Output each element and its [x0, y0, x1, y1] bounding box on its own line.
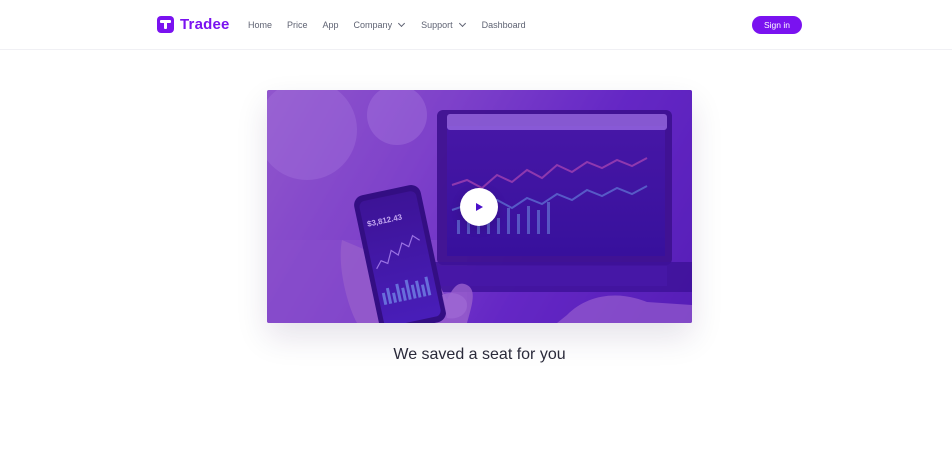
play-icon	[476, 202, 483, 211]
main-nav: Home Price App Company Support Dashboard	[248, 18, 526, 32]
play-button[interactable]	[460, 188, 498, 226]
sign-in-button[interactable]: Sign in	[752, 16, 802, 34]
brand[interactable]: Tradee	[157, 16, 230, 33]
chevron-down-icon	[458, 19, 466, 28]
tradee-logo-icon	[157, 16, 174, 33]
video-caption: We saved a seat for you	[393, 346, 566, 363]
brand-name: Tradee	[180, 16, 230, 33]
nav-dashboard-label: Dashboard	[481, 20, 526, 30]
top-navbar: Tradee Home Price App Company Support Da…	[0, 0, 952, 50]
nav-support-dropdown[interactable]: Support	[421, 18, 466, 32]
nav-company-label: Company	[353, 20, 393, 30]
chevron-down-icon	[398, 19, 406, 28]
nav-app-label: App	[322, 20, 339, 30]
nav-price-label: Price	[287, 20, 308, 30]
nav-home[interactable]: Home	[248, 18, 272, 32]
nav-home-label: Home	[248, 20, 273, 30]
nav-dashboard[interactable]: Dashboard	[482, 18, 526, 32]
nav-company-dropdown[interactable]: Company	[353, 18, 406, 32]
nav-app[interactable]: App	[323, 18, 339, 32]
nav-support-label: Support	[421, 20, 453, 30]
nav-price[interactable]: Price	[287, 18, 308, 32]
